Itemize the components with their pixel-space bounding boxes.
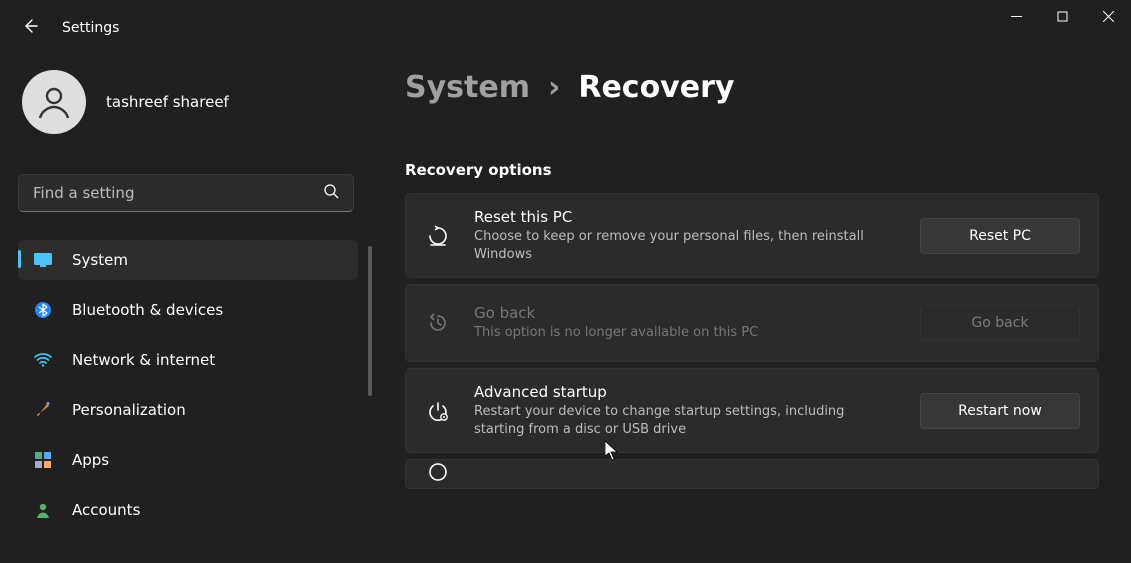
- chevron-right-icon: ›: [548, 70, 560, 105]
- search-icon: [323, 183, 339, 203]
- sidebar-item-label: Accounts: [72, 501, 140, 519]
- profile[interactable]: tashreef shareef: [18, 64, 358, 134]
- search-box[interactable]: [18, 174, 354, 212]
- reset-icon: [424, 225, 452, 247]
- nav: System Bluetooth & devices Network & int…: [18, 240, 358, 530]
- help-icon: [424, 461, 452, 483]
- card-title: Advanced startup: [474, 383, 898, 401]
- card-desc: Choose to keep or remove your personal f…: [474, 228, 894, 263]
- reset-pc-button[interactable]: Reset PC: [920, 218, 1080, 254]
- wifi-icon: [34, 351, 52, 369]
- person-icon: [34, 501, 52, 519]
- back-button[interactable]: [22, 18, 38, 38]
- display-icon: [34, 251, 52, 269]
- sidebar-item-label: Personalization: [72, 401, 186, 419]
- close-button[interactable]: [1085, 0, 1131, 32]
- sidebar-item-personalization[interactable]: Personalization: [18, 390, 358, 430]
- avatar: [22, 70, 86, 134]
- app-title: Settings: [62, 20, 119, 36]
- card-title: Reset this PC: [474, 208, 898, 226]
- card-partial: [405, 459, 1099, 489]
- restart-now-button[interactable]: Restart now: [920, 393, 1080, 429]
- card-desc: Restart your device to change startup se…: [474, 403, 894, 438]
- window-controls: [993, 0, 1131, 32]
- section-title: Recovery options: [405, 161, 1099, 179]
- header: Settings: [22, 18, 119, 38]
- maximize-button[interactable]: [1039, 0, 1085, 32]
- sidebar-item-apps[interactable]: Apps: [18, 440, 358, 480]
- sidebar-item-system[interactable]: System: [18, 240, 358, 280]
- sidebar-item-network[interactable]: Network & internet: [18, 340, 358, 380]
- search-input[interactable]: [33, 184, 293, 202]
- card-go-back: Go back This option is no longer availab…: [405, 284, 1099, 362]
- history-icon: [424, 312, 452, 334]
- main: System › Recovery Recovery options Reset…: [405, 70, 1099, 563]
- card-reset-pc: Reset this PC Choose to keep or remove y…: [405, 193, 1099, 278]
- go-back-button: Go back: [920, 305, 1080, 341]
- sidebar-item-label: System: [72, 251, 128, 269]
- bluetooth-icon: [34, 301, 52, 319]
- recovery-cards: Reset this PC Choose to keep or remove y…: [405, 193, 1099, 489]
- card-title: Go back: [474, 304, 898, 322]
- apps-icon: [34, 451, 52, 469]
- brush-icon: [34, 401, 52, 419]
- sidebar-item-label: Network & internet: [72, 351, 215, 369]
- card-desc: This option is no longer available on th…: [474, 324, 894, 342]
- breadcrumb-current: Recovery: [578, 70, 734, 105]
- breadcrumb: System › Recovery: [405, 70, 1099, 105]
- profile-name: tashreef shareef: [106, 93, 229, 111]
- power-settings-icon: [424, 400, 452, 422]
- sidebar-item-accounts[interactable]: Accounts: [18, 490, 358, 530]
- sidebar-item-label: Apps: [72, 451, 109, 469]
- sidebar: tashreef shareef System Bluetooth & devi…: [18, 64, 358, 540]
- sidebar-item-bluetooth[interactable]: Bluetooth & devices: [18, 290, 358, 330]
- sidebar-item-label: Bluetooth & devices: [72, 301, 223, 319]
- scrollbar[interactable]: [368, 246, 372, 396]
- minimize-button[interactable]: [993, 0, 1039, 32]
- breadcrumb-parent[interactable]: System: [405, 70, 530, 105]
- card-advanced-startup: Advanced startup Restart your device to …: [405, 368, 1099, 453]
